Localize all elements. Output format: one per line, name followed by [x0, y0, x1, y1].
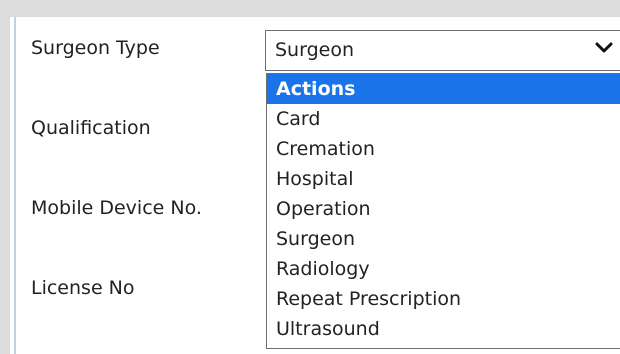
option-actions[interactable]: Actions — [267, 74, 620, 104]
surgeon-type-select[interactable]: Surgeon — [265, 30, 620, 71]
option-card[interactable]: Card — [267, 104, 620, 134]
option-radiology[interactable]: Radiology — [267, 254, 620, 284]
option-operation[interactable]: Operation — [267, 194, 620, 224]
surgeon-type-options: Actions Card Cremation Hospital Operatio… — [266, 73, 620, 349]
option-hospital[interactable]: Hospital — [267, 164, 620, 194]
option-surgeon[interactable]: Surgeon — [267, 224, 620, 254]
label-surgeon-type: Surgeon Type — [31, 37, 160, 59]
surgeon-type-select-value: Surgeon — [275, 39, 354, 61]
window-top-bar — [0, 0, 620, 17]
option-ultrasound[interactable]: Ultrasound — [267, 314, 620, 344]
label-license-no: License No — [31, 277, 135, 299]
chevron-down-icon — [595, 42, 613, 53]
label-qualification: Qualification — [31, 117, 151, 139]
option-repeat-prescription[interactable]: Repeat Prescription — [267, 284, 620, 314]
window-left-bar — [0, 17, 10, 354]
label-mobile-device-no: Mobile Device No. — [31, 197, 202, 219]
form-left-accent — [14, 17, 16, 354]
option-cremation[interactable]: Cremation — [267, 134, 620, 164]
